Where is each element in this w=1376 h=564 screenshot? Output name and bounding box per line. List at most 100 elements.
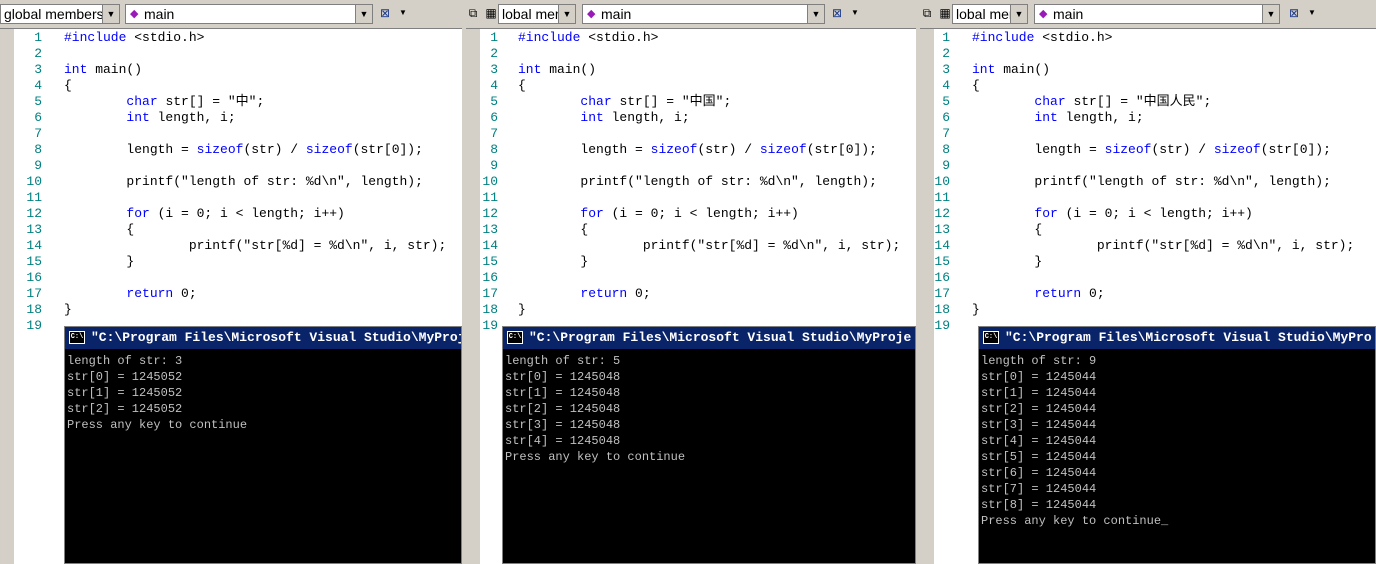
line-number: 12 — [482, 206, 498, 221]
code-token: <stdio.h> — [580, 30, 659, 45]
line-number: 17 — [26, 286, 42, 301]
code-line: char str[] = "中国"; — [518, 94, 900, 110]
source-code[interactable]: #include <stdio.h> int main(){ char str[]… — [518, 30, 900, 318]
console-window[interactable]: C:\ "C:\Program Files\Microsoft Visual St… — [64, 326, 462, 564]
code-line: printf("length of str: %d\n", length); — [518, 174, 900, 190]
chevron-down-icon[interactable]: ▼ — [102, 5, 119, 23]
chevron-down-icon[interactable]: ▼ — [394, 4, 412, 22]
code-token: sizeof — [1213, 142, 1261, 157]
code-line: length = sizeof(str) / sizeof(str[0]); — [518, 142, 900, 158]
line-number: 18 — [482, 302, 498, 317]
line-number: 19 — [26, 318, 42, 333]
code-token: (str[0]); — [806, 142, 877, 157]
line-number: 14 — [934, 238, 950, 253]
line-number: 12 — [934, 206, 950, 221]
console-line: str[8] = 1245044 — [981, 498, 1097, 512]
chevron-down-icon[interactable]: ▼ — [807, 5, 824, 23]
code-line: #include <stdio.h> — [64, 30, 446, 46]
line-number: 3 — [942, 62, 950, 77]
chevron-down-icon[interactable]: ▼ — [558, 5, 575, 23]
code-line: int length, i; — [972, 110, 1354, 126]
line-number: 11 — [482, 190, 498, 205]
code-token: (i = 0; i < length; i++) — [149, 206, 345, 221]
line-number: 1 — [942, 30, 950, 45]
console-title-bar[interactable]: C:\ "C:\Program Files\Microsoft Visual St… — [503, 327, 915, 349]
line-number: 16 — [482, 270, 498, 285]
console-title-bar[interactable]: C:\ "C:\Program Files\Microsoft Visual St… — [979, 327, 1375, 349]
code-line: char str[] = "中"; — [64, 94, 446, 110]
console-title-bar[interactable]: C:\ "C:\Program Files\Microsoft Visual St… — [65, 327, 461, 349]
code-line: printf("length of str: %d\n", length); — [64, 174, 446, 190]
scope-dropdown[interactable]: global members ▼ — [0, 4, 120, 24]
function-dropdown[interactable]: ◆ main ▼ — [1034, 4, 1280, 24]
scope-dropdown[interactable]: lobal members▼ — [498, 4, 576, 24]
chevron-down-icon[interactable]: ▼ — [1303, 4, 1321, 22]
console-output: length of str: 3 str[0] = 1245052 str[1] =… — [67, 353, 247, 433]
class-view-icon[interactable]: ⧉ — [920, 4, 936, 22]
console-line: str[2] = 1245052 — [67, 402, 183, 416]
code-line: return 0; — [64, 286, 446, 302]
code-line: { — [518, 222, 900, 238]
code-token: main() — [541, 62, 597, 77]
code-line: for (i = 0; i < length; i++) — [64, 206, 446, 222]
code-token: for — [580, 206, 604, 221]
string-literal: "中" — [227, 94, 257, 109]
code-line: int length, i; — [64, 110, 446, 126]
function-dropdown[interactable]: ◆ main ▼ — [582, 4, 825, 24]
code-token: printf("str[%d] = %d\n", i, str); — [188, 238, 447, 253]
source-code[interactable]: #include <stdio.h> int main(){ char str[]… — [972, 30, 1354, 318]
code-token: { — [64, 78, 72, 93]
member-function-icon: ◆ — [130, 8, 139, 20]
function-dropdown[interactable]: ◆ main ▼ — [125, 4, 373, 24]
code-token: (str[0]); — [352, 142, 423, 157]
console-line: Press any key to continue — [505, 450, 686, 464]
code-token: #include — [64, 30, 127, 45]
string-literal: "中国" — [681, 94, 724, 109]
source-code[interactable]: #include <stdio.h> int main(){ char str[]… — [64, 30, 446, 318]
cmd-icon: C:\ — [507, 331, 523, 345]
line-number: 1 — [34, 30, 42, 45]
console-title-text: "C:\Program Files\Microsoft Visual Studi… — [529, 330, 912, 345]
chevron-down-icon[interactable]: ▼ — [846, 4, 864, 22]
code-token: length, i; — [149, 110, 236, 125]
chevron-down-icon[interactable]: ▼ — [1262, 5, 1279, 23]
line-number: 18 — [26, 302, 42, 317]
console-output: length of str: 9 str[0] = 1245044 str[1] =… — [981, 353, 1168, 529]
chevron-down-icon[interactable]: ▼ — [1010, 5, 1027, 23]
code-line: { — [64, 78, 446, 94]
code-token: } — [972, 302, 980, 317]
console-window[interactable]: C:\ "C:\Program Files\Microsoft Visual St… — [502, 326, 916, 564]
code-token: int — [972, 62, 996, 77]
code-token: length = — [1034, 142, 1105, 157]
line-number: 17 — [934, 286, 950, 301]
wizard-action-icon[interactable]: ⊠ — [828, 4, 846, 22]
chevron-down-icon[interactable]: ▼ — [355, 5, 372, 23]
line-number: 13 — [934, 222, 950, 237]
cmd-icon: C:\ — [69, 331, 85, 345]
code-line: { — [972, 222, 1354, 238]
code-line: char str[] = "中国人民"; — [972, 94, 1354, 110]
code-line: #include <stdio.h> — [972, 30, 1354, 46]
code-line: printf("str[%d] = %d\n", i, str); — [518, 238, 900, 254]
code-line: } — [518, 254, 900, 270]
code-token: <stdio.h> — [1034, 30, 1113, 45]
wizard-action-icon[interactable]: ⊠ — [1285, 4, 1303, 22]
code-token: } — [1034, 254, 1043, 269]
console-window[interactable]: C:\ "C:\Program Files\Microsoft Visual St… — [978, 326, 1376, 564]
line-number: 10 — [26, 174, 42, 189]
code-line: { — [518, 78, 900, 94]
line-number: 4 — [490, 78, 498, 93]
wizard-action-icon[interactable]: ⊠ — [376, 4, 394, 22]
code-token: str[] = — [1065, 94, 1136, 109]
scope-dropdown[interactable]: lobal members▼ — [952, 4, 1028, 24]
console-line: str[0] = 1245044 — [981, 370, 1097, 384]
code-line: #include <stdio.h> — [518, 30, 900, 46]
console-line: length of str: 9 — [981, 354, 1097, 368]
wizard-bar-toolbar: ⧉▦lobal members▼◆main▼⊠▼ — [466, 0, 916, 29]
line-number: 7 — [34, 126, 42, 141]
class-view-icon[interactable]: ⧉ — [466, 4, 482, 22]
console-line: length of str: 3 — [67, 354, 183, 368]
